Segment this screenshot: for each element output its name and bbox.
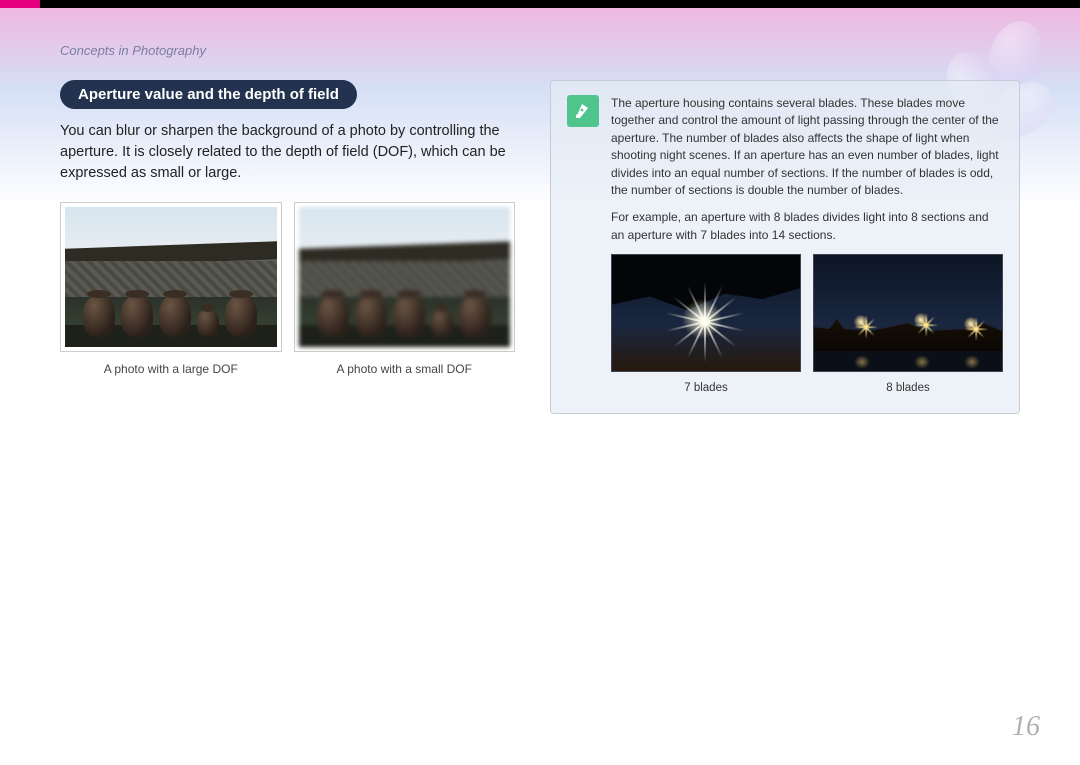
photo-large-dof [60, 202, 282, 352]
dof-examples-row: A photo with a large DOF A photo with a … [60, 202, 515, 376]
pen-nib-icon [567, 95, 599, 127]
photo-8-blades [813, 254, 1003, 372]
page-number: 16 [1012, 711, 1040, 743]
caption-small-dof: A photo with a small DOF [294, 362, 516, 376]
tip-box: The aperture housing contains several bl… [550, 80, 1020, 414]
tip-paragraph-2: For example, an aperture with 8 blades d… [611, 209, 1003, 244]
photo-small-dof [294, 202, 516, 352]
breadcrumb: Concepts in Photography [60, 43, 1020, 58]
caption-large-dof: A photo with a large DOF [60, 362, 282, 376]
section-heading: Aperture value and the depth of field [60, 80, 357, 109]
intro-paragraph: You can blur or sharpen the background o… [60, 121, 515, 184]
tip-paragraph-1: The aperture housing contains several bl… [611, 95, 1003, 199]
top-bar [0, 0, 1080, 8]
caption-8-blades: 8 blades [813, 380, 1003, 397]
caption-7-blades: 7 blades [611, 380, 801, 397]
photo-7-blades [611, 254, 801, 372]
